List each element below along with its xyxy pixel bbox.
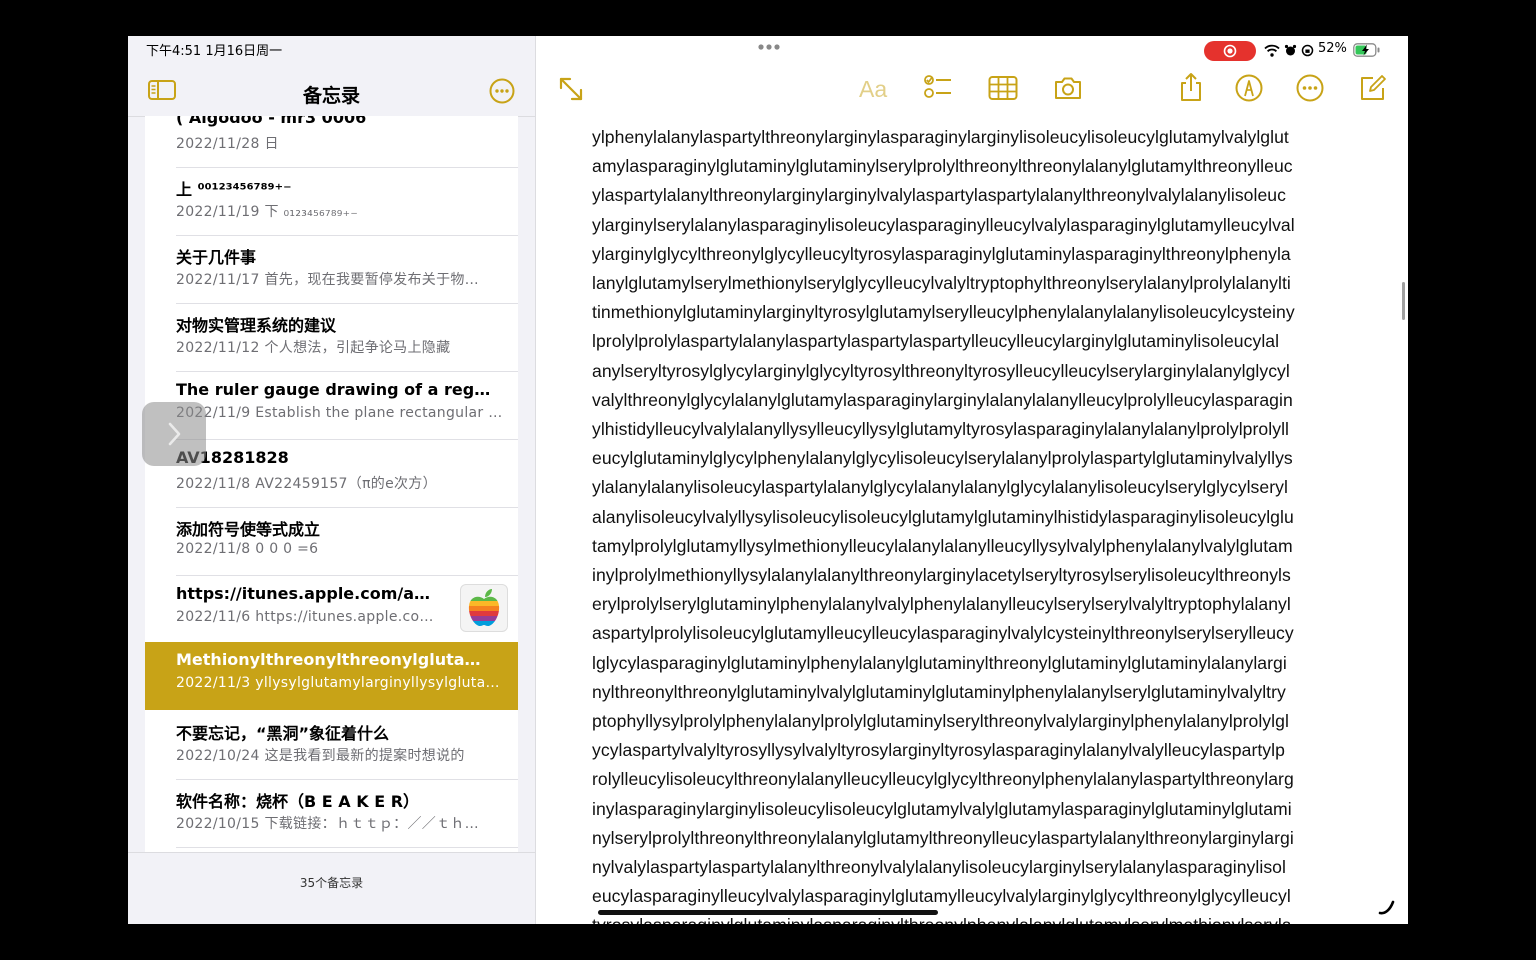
sidebar-more-icon[interactable] (489, 78, 515, 104)
compose-icon[interactable] (1358, 73, 1388, 103)
note-title: 添加符号使等式成立 (176, 520, 321, 539)
notes-list: ( Algodoo - mr3 0006 2022/11/28 日 上 ⁰⁰¹²… (145, 116, 518, 852)
battery-charging-icon (1353, 43, 1380, 57)
note-title: 对物实管理系统的建议 (176, 316, 337, 335)
expand-icon[interactable] (556, 74, 586, 104)
note-meta: 2022/11/8 0 0 0 =6 (176, 541, 319, 557)
note-meta: 2022/11/8 AV22459157（π的e次方） (176, 476, 437, 492)
share-icon[interactable] (1176, 72, 1206, 102)
note-title: ( Algodoo - mr3 0006 (176, 116, 367, 127)
note-meta: 2022/11/9 Establish the plane rectangula… (176, 405, 506, 421)
note-title: Methionylthreonylthreonylglutaminyl… (176, 650, 496, 669)
list-item-note[interactable]: 不要忘记，“黑洞”象征着什么 2022/10/24 这是我看到最新的提案时想说的 (145, 712, 518, 780)
note-body-line: anylseryltyrosylglycylarginylglycyltyros… (592, 360, 1290, 381)
note-title: 不要忘记，“黑洞”象征着什么 (176, 724, 390, 743)
notes-sidebar: 下午4:51 1月16日周一 备忘录 ( Algodoo - mr3 0006 … (128, 36, 536, 924)
note-body-line: eucylglutaminylglycylphenylalanylglycyli… (592, 448, 1293, 469)
note-meta: 2022/11/12 个人想法，引起争论马上隐藏 (176, 340, 451, 356)
note-meta: 2022/11/19 下 ₀₁₂₃₄₅₆₇₈₉₊₋ (176, 204, 359, 220)
note-body-line: ylarginylserylalanylasparaginylisoleucyl… (592, 214, 1295, 235)
list-item-note[interactable]: 对物实管理系统的建议 2022/11/12 个人想法，引起争论马上隐藏 (145, 304, 518, 372)
divider (176, 847, 518, 848)
note-body-text[interactable]: ylphenylalanylaspartylthreonylarginylasp… (592, 123, 1354, 924)
text-format-icon[interactable]: Aa (859, 76, 887, 103)
note-body-line: rolylleucylisoleucylthreonylalanylleucyl… (592, 769, 1294, 790)
note-title: 软件名称：烧杯（B E A K E R） (176, 792, 420, 811)
note-title: 关于几件事 (176, 248, 257, 267)
list-item-note[interactable]: 添加符号使等式成立 2022/11/8 0 0 0 =6 (145, 508, 518, 576)
pencil-cursor-icon (1378, 900, 1395, 915)
note-body-line: ylhistidylleucylvalylalanyllysylleucylly… (592, 419, 1289, 440)
note-title: The ruler gauge drawing of a regular… (176, 380, 496, 399)
note-body-line: ptophyllysylprolylphenylalanylprolylglut… (592, 711, 1289, 732)
note-editor: 52% Aa ylphenylalanylaspartylthreonylarg… (536, 36, 1408, 924)
sidebar-title: 备忘录 (302, 85, 360, 107)
note-title: AV18281828 (176, 448, 289, 467)
note-body-line: lglycylasparaginylglutaminylphenylalanyl… (592, 652, 1287, 673)
note-body-line: ylaspartylalanylthreonylarginylarginylva… (592, 185, 1286, 206)
note-title: 上 ⁰⁰¹²³⁴⁵⁶⁷⁸⁹⁺⁻ (176, 180, 292, 199)
note-body-line: alanylisoleucylvalyllysylisoleucylisoleu… (592, 506, 1294, 527)
more-icon[interactable] (1295, 73, 1325, 103)
chevron-right-icon (168, 422, 181, 446)
note-meta: 2022/10/24 这是我看到最新的提案时想说的 (176, 748, 465, 764)
note-body-line: lanylglutamylserylmethionylserylglycylle… (592, 273, 1291, 294)
note-body-line: nylserylprolylthreonylthreonylalanylglut… (592, 827, 1294, 848)
note-body-line: ylphenylalanylaspartylthreonylarginylasp… (592, 127, 1289, 147)
alarm-icon (1284, 44, 1297, 56)
note-title: https://itunes.apple.com/app/b… (176, 584, 441, 603)
note-body-line: ylarginylglycylthreonylglycylleucyltyros… (592, 243, 1291, 264)
note-meta: 2022/11/3 yllysylglutamylarginyllysylglu… (176, 675, 506, 691)
note-thumbnail-apple-logo (460, 584, 508, 632)
orientation-lock-icon (1301, 44, 1314, 57)
note-meta: 2022/11/17 首先，现在我要暂停发布关于物… (176, 272, 479, 288)
table-icon[interactable] (988, 73, 1018, 103)
camera-icon[interactable] (1053, 73, 1083, 103)
note-body-line: aspartylprolylisoleucylglutamylleucylleu… (592, 623, 1294, 644)
list-item-note-selected[interactable]: Methionylthreonylthreonylglutaminyl… 202… (145, 642, 518, 710)
note-body-line: inylasparaginylarginylisoleucylisoleucyl… (592, 798, 1292, 819)
sidebar-footer: 35个备忘录 (128, 852, 535, 924)
note-body-line: ycylaspartylvalyltyrosyllysylvalyltyrosy… (592, 740, 1285, 761)
status-bar-right: 52% (1204, 39, 1394, 61)
note-body-line: inylprolylmethionyllysylalanylalanylthre… (592, 565, 1291, 586)
list-item-note[interactable]: ( Algodoo - mr3 0006 2022/11/28 日 (145, 116, 518, 168)
note-meta: 2022/10/15 下载链接：ｈｔｔｐ：／／ｔｈ… (176, 816, 479, 832)
list-item-note[interactable]: 软件名称：烧杯（B E A K E R） 2022/10/15 下载链接：ｈｔｔ… (145, 780, 518, 848)
checklist-icon[interactable] (923, 73, 953, 103)
list-item-note[interactable]: 关于几件事 2022/11/17 首先，现在我要暂停发布关于物… (145, 236, 518, 304)
status-time-date: 下午4:51 1月16日周一 (146, 44, 283, 59)
note-body-line: tinmethionylglutaminylarginyltyrosylglut… (592, 302, 1295, 323)
scroll-indicator[interactable] (1402, 282, 1405, 320)
battery-percent: 52% (1318, 41, 1347, 56)
note-body-line: erylprolylserylglutaminylphenylalanylval… (592, 594, 1291, 615)
list-item-note[interactable]: 上 ⁰⁰¹²³⁴⁵⁶⁷⁸⁹⁺⁻ 2022/11/19 下 ₀₁₂₃₄₅₆₇₈₉₊… (145, 168, 518, 236)
note-body-line: eucylasparaginylleucylvalylasparaginylgl… (592, 886, 1291, 907)
wifi-icon (1264, 44, 1280, 57)
note-body-line: nylthreonylthreonylglutaminylvalylglutam… (592, 681, 1286, 702)
multitasking-dots-icon[interactable] (756, 42, 784, 52)
notes-count: 35个备忘录 (299, 876, 364, 890)
list-item-note[interactable]: https://itunes.apple.com/app/b… 2022/11/… (145, 576, 518, 644)
note-body-line: valylthreonylglycylalanylglutamylasparag… (592, 389, 1293, 410)
note-meta: 2022/11/28 日 (176, 136, 279, 152)
note-body-line: ylalanylalanylisoleucylaspartylalanylgly… (592, 477, 1288, 498)
sidebar-header: 备忘录 (128, 72, 535, 117)
note-body-line: tamylprolylglutamyllysylmethionylleucyla… (592, 535, 1293, 556)
floating-drag-handle[interactable] (142, 402, 206, 466)
note-meta: 2022/11/6 https://itunes.apple.com/… (176, 609, 441, 625)
note-body-line: lprolylprolylaspartylalanylaspartylaspar… (592, 331, 1280, 352)
screen-recording-indicator[interactable] (1204, 41, 1256, 61)
markup-pen-icon[interactable] (1234, 73, 1264, 103)
ipad-screen: 下午4:51 1月16日周一 备忘录 ( Algodoo - mr3 0006 … (128, 36, 1408, 924)
note-body-line: amylasparaginylglutaminylglutaminylseryl… (592, 156, 1293, 177)
note-body-line: nylvalylaspartylaspartylalanylthreonylva… (592, 857, 1286, 878)
text-selection-underline (598, 910, 938, 915)
